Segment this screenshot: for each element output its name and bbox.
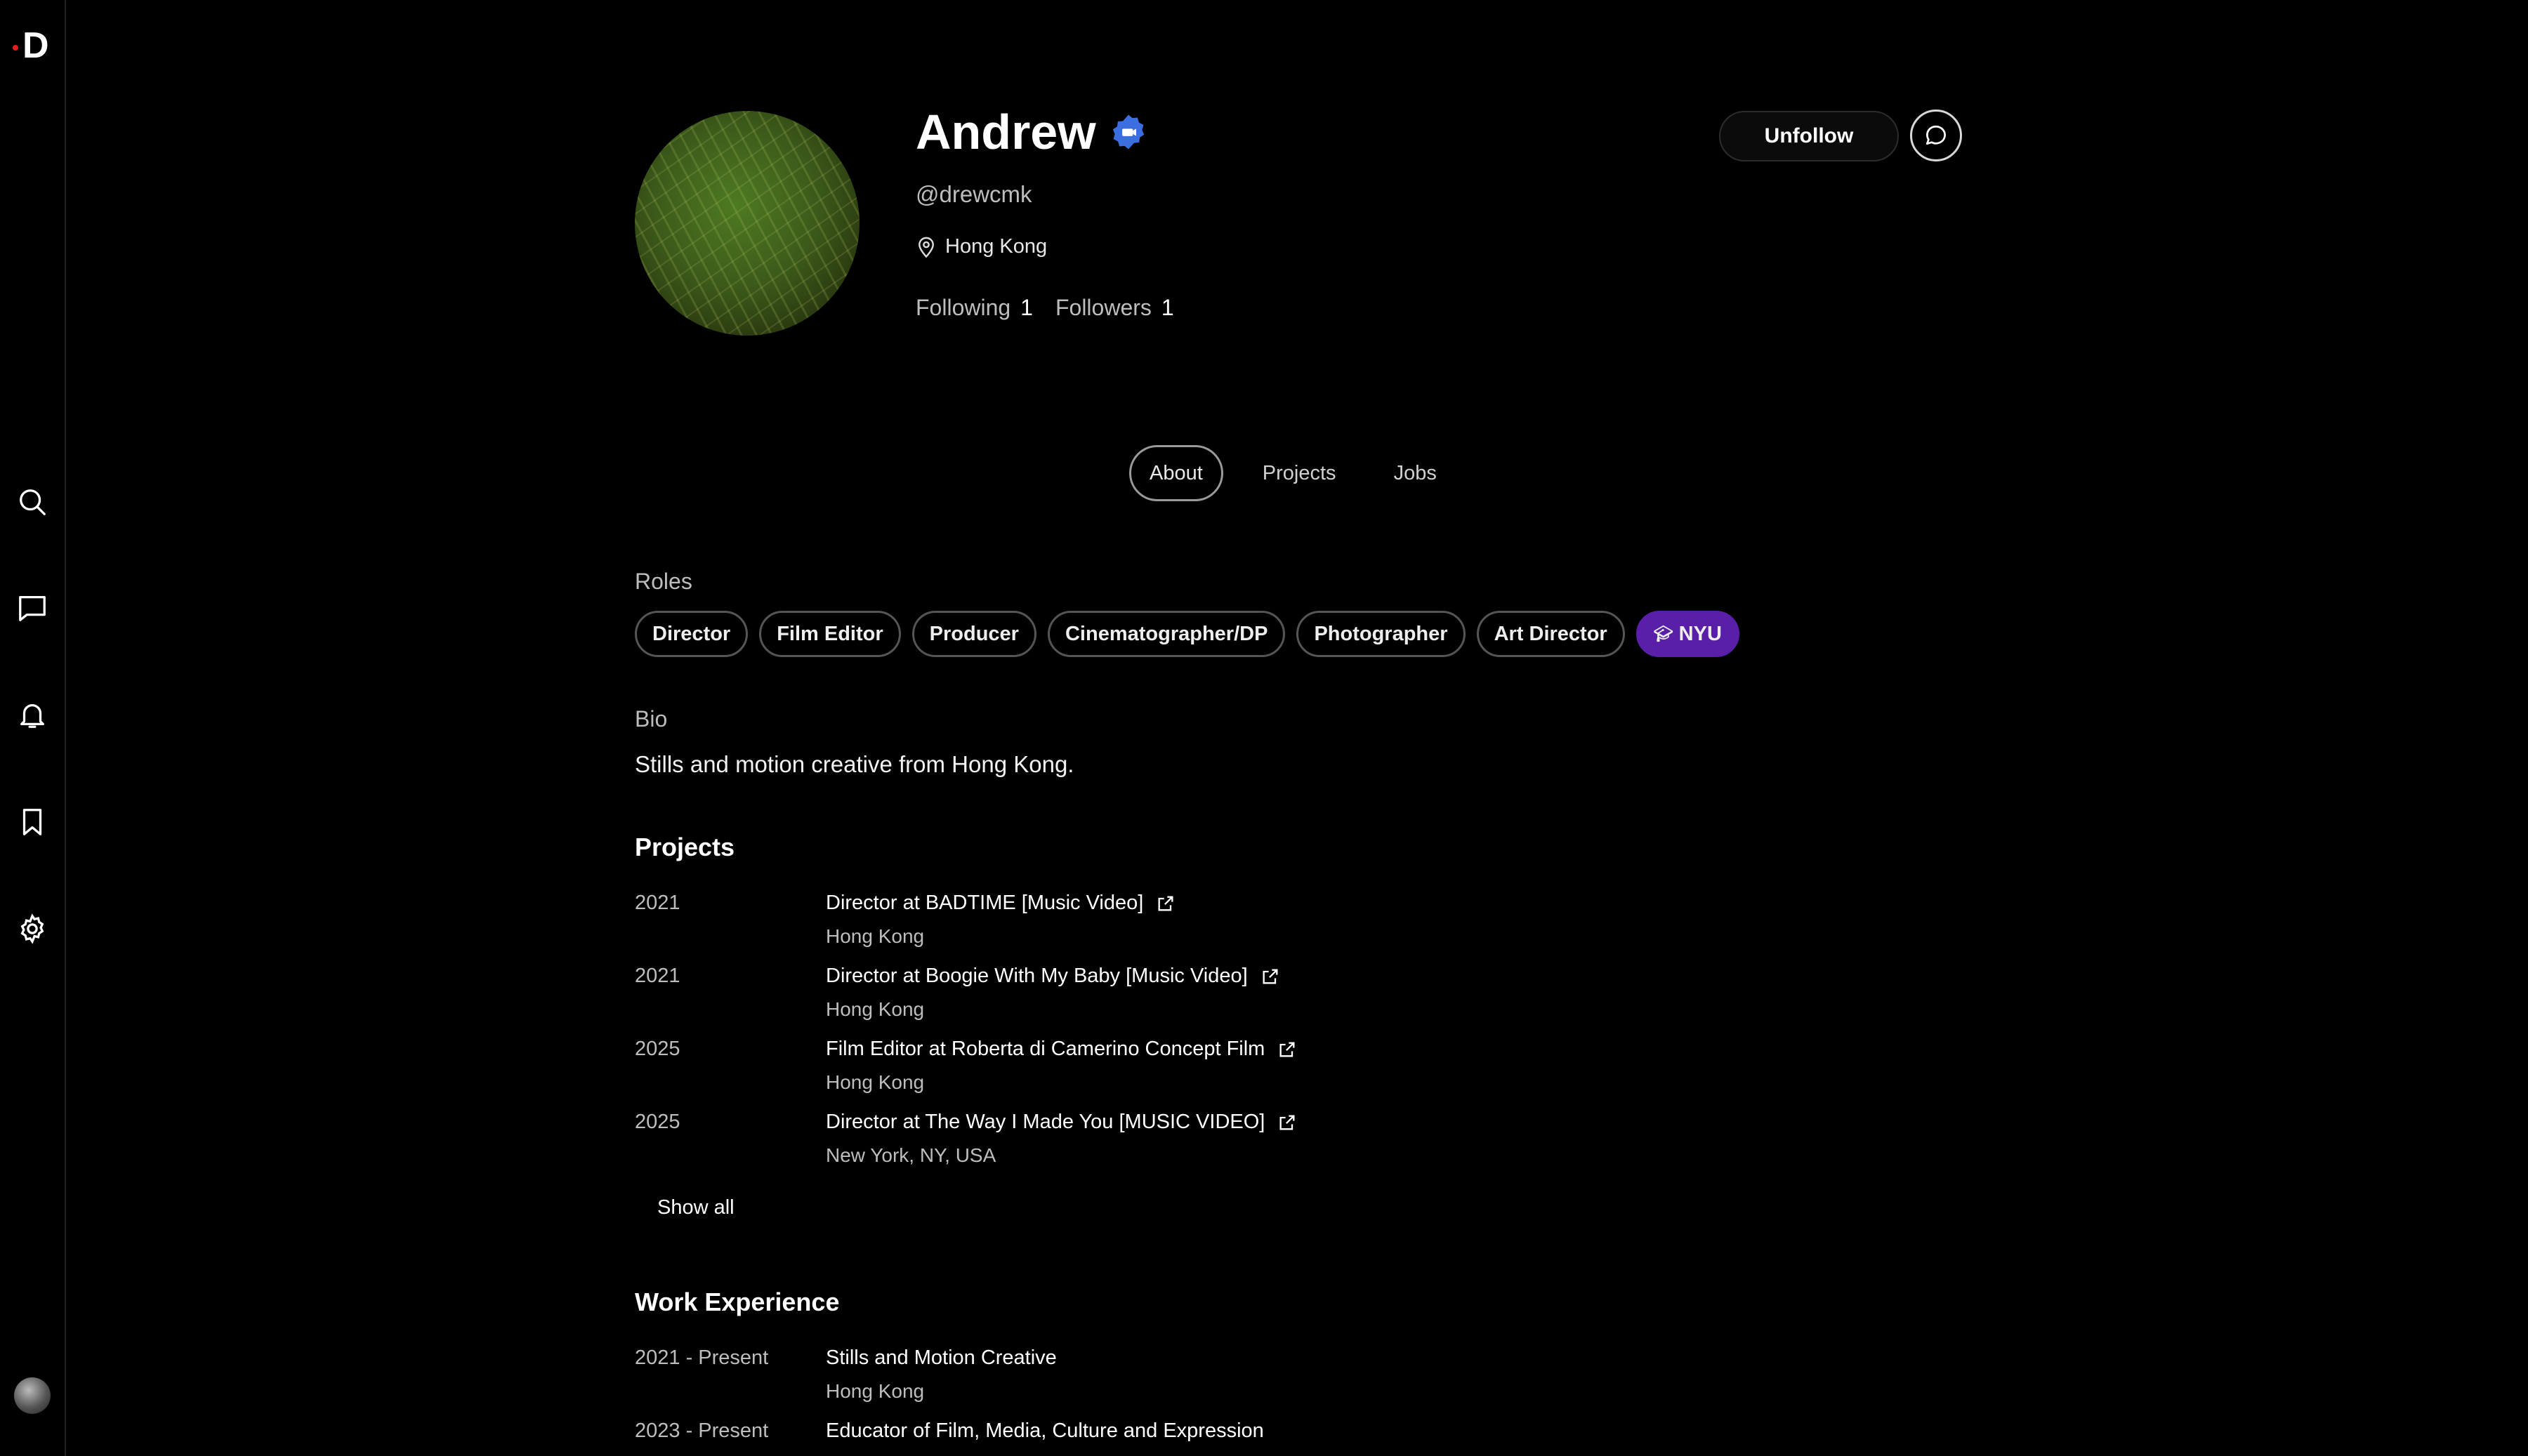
project-title-text: Director at BADTIME [Music Video] [826, 892, 1144, 914]
roles-list: Director Film Editor Producer Cinematogr… [635, 611, 1751, 657]
location-pin-icon [919, 237, 934, 258]
chat-bubble-icon [1925, 125, 1946, 145]
project-location: Hong Kong [826, 998, 925, 1020]
experience-row: 2023 - Present Educator of Film, Media, … [635, 1419, 1477, 1456]
project-title-text: Director at The Way I Made You [MUSIC VI… [826, 1111, 1265, 1133]
project-year: 2025 [635, 1038, 680, 1060]
app-logo[interactable]: D [10, 25, 55, 66]
project-title[interactable]: Director at Boogie With My Baby [Music V… [826, 965, 1280, 988]
project-location: Hong Kong [826, 1071, 925, 1093]
following-count: 1 [1020, 295, 1033, 320]
logo-letter: D [22, 25, 49, 66]
role-chip[interactable]: Film Editor [759, 611, 901, 657]
work-experience-heading: Work Experience [635, 1288, 840, 1316]
project-title-text: Director at Boogie With My Baby [Music V… [826, 965, 1248, 987]
tab-jobs[interactable]: Jobs [1376, 445, 1455, 501]
profile-name-row: Andrew [916, 104, 1148, 160]
followers-label: Followers [1055, 295, 1152, 320]
tab-about[interactable]: About [1129, 445, 1223, 501]
project-row: 2021 Director at BADTIME [Music Video] H… [635, 892, 1477, 962]
sidebar: D [0, 0, 66, 1456]
role-chip[interactable]: Cinematographer/DP [1047, 611, 1286, 657]
settings-icon[interactable] [16, 913, 48, 945]
project-year: 2021 [635, 965, 680, 987]
experience-period: 2023 - Present [635, 1419, 769, 1442]
user-avatar[interactable] [14, 1377, 51, 1414]
project-title[interactable]: Director at The Way I Made You [MUSIC VI… [826, 1111, 1297, 1134]
logo-dot [13, 45, 18, 51]
messages-icon[interactable] [16, 592, 48, 624]
role-chip[interactable]: Director [635, 611, 749, 657]
school-chip[interactable]: 🎓︎ NYU [1635, 611, 1739, 657]
role-chip[interactable]: Photographer [1296, 611, 1466, 657]
external-link-icon[interactable] [1156, 894, 1176, 913]
external-link-icon[interactable] [1277, 1113, 1297, 1132]
project-title-text: Film Editor at Roberta di Camerino Conce… [826, 1038, 1265, 1060]
roles-label: Roles [635, 569, 692, 594]
profile-avatar [635, 111, 860, 336]
project-location: New York, NY, USA [826, 1144, 996, 1166]
project-year: 2025 [635, 1111, 680, 1133]
unfollow-button[interactable]: Unfollow [1719, 111, 1899, 161]
project-row: 2025 Film Editor at Roberta di Camerino … [635, 1038, 1477, 1108]
profile-tabs: About Projects Jobs [1129, 445, 1476, 501]
external-link-icon[interactable] [1277, 1040, 1297, 1059]
following-label: Following [916, 295, 1011, 320]
project-row: 2025 Director at The Way I Made You [MUS… [635, 1111, 1477, 1181]
project-year: 2021 [635, 892, 680, 914]
bio-label: Bio [635, 706, 668, 732]
search-icon[interactable] [16, 486, 48, 518]
external-link-icon[interactable] [1260, 967, 1280, 986]
message-button[interactable] [1910, 110, 1962, 161]
experience-title: Stills and Motion Creative [826, 1346, 1057, 1369]
role-chip[interactable]: Producer [911, 611, 1036, 657]
projects-heading: Projects [635, 833, 735, 861]
project-location: Hong Kong [826, 925, 925, 947]
school-label: NYU [1678, 622, 1722, 645]
bookmark-icon[interactable] [16, 806, 48, 838]
experience-period: 2021 - Present [635, 1346, 769, 1369]
verified-badge-icon [1112, 114, 1144, 150]
experience-title: Educator of Film, Media, Culture and Exp… [826, 1419, 1264, 1442]
location-text: Hong Kong [945, 234, 1048, 258]
experience-row: 2021 - Present Stills and Motion Creativ… [635, 1346, 1477, 1417]
project-title[interactable]: Film Editor at Roberta di Camerino Conce… [826, 1038, 1297, 1061]
project-row: 2021 Director at Boogie With My Baby [Mu… [635, 965, 1477, 1035]
profile-main: Andrew @drewcmk Hong Kong Following 1 Fol… [635, 0, 1962, 1456]
project-title[interactable]: Director at BADTIME [Music Video] [826, 892, 1176, 915]
graduation-cap-icon: 🎓︎ [1653, 625, 1673, 642]
profile-name: Andrew [916, 105, 1096, 159]
followers-count: 1 [1161, 295, 1174, 320]
experience-location: Hong Kong [826, 1380, 925, 1402]
profile-handle: @drewcmk [916, 181, 1032, 207]
tab-projects[interactable]: Projects [1244, 445, 1355, 501]
role-chip[interactable]: Art Director [1476, 611, 1625, 657]
notifications-icon[interactable] [16, 699, 48, 731]
followers-stat[interactable]: Followers 1 [1055, 295, 1174, 321]
show-all-projects-button[interactable]: Show all [657, 1196, 735, 1219]
bio-text: Stills and motion creative from Hong Kon… [635, 751, 1074, 777]
following-stat[interactable]: Following 1 [916, 295, 1033, 321]
profile-stats: Following 1 Followers 1 [916, 295, 1197, 321]
profile-location: Hong Kong [916, 234, 1047, 258]
